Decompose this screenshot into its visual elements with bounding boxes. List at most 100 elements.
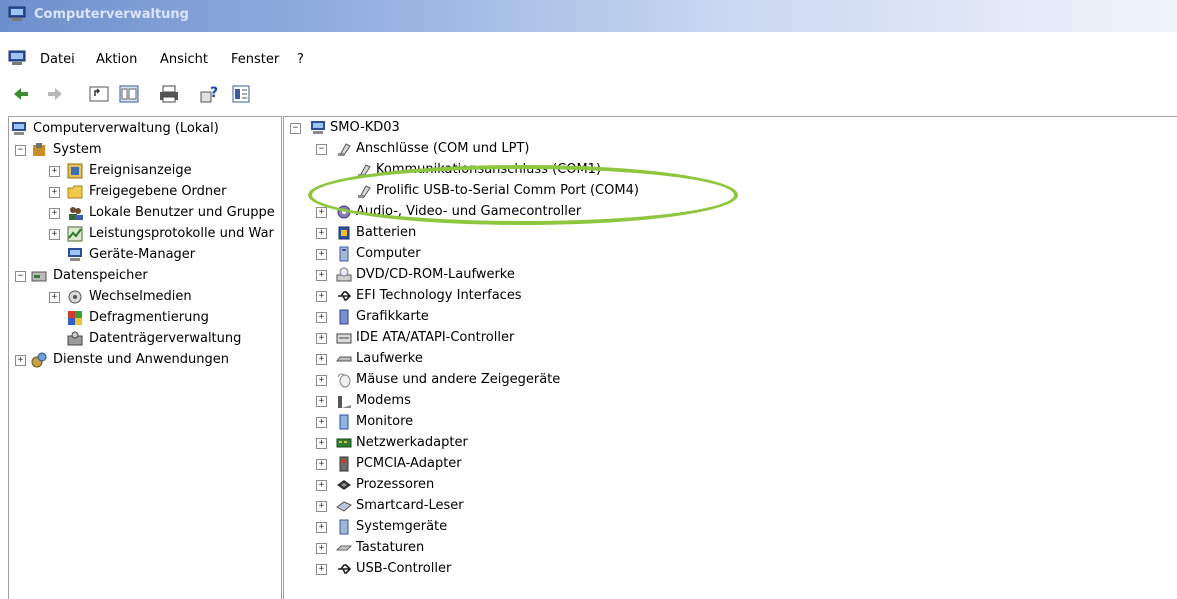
- window-title: Computerverwaltung: [34, 7, 189, 22]
- tree-label: Audio-, Video- und Gamecontroller: [356, 204, 582, 219]
- port-icon: [338, 143, 351, 156]
- window-menu-icon[interactable]: [8, 50, 26, 66]
- computer-icon: [12, 122, 26, 135]
- collapse-icon[interactable]: −: [15, 271, 26, 282]
- expand-icon[interactable]: +: [49, 229, 60, 240]
- usb-icon: [338, 564, 352, 574]
- tree-label: Ereignisanzeige: [89, 163, 192, 178]
- tree-label: Laufwerke: [356, 351, 423, 366]
- battery-icon: [338, 226, 350, 240]
- expand-icon[interactable]: +: [316, 291, 327, 302]
- tree-label: Prolific USB-to-Serial Comm Port (COM4): [376, 183, 639, 198]
- menu-bar: Datei Aktion Ansicht Fenster ?: [0, 47, 1177, 71]
- collapse-icon[interactable]: −: [290, 123, 301, 134]
- collapse-icon[interactable]: −: [316, 144, 327, 155]
- expand-icon[interactable]: +: [316, 438, 327, 449]
- expand-icon[interactable]: +: [15, 355, 26, 366]
- expand-icon[interactable]: +: [49, 187, 60, 198]
- defrag-icon: [68, 311, 82, 325]
- menu-fenster[interactable]: Fenster: [231, 52, 279, 67]
- properties-icon[interactable]: [230, 83, 252, 105]
- device-tree-pane[interactable]: − SMO-KD03 − Anschlüsse (COM und LPT) Ko…: [283, 116, 1177, 599]
- monitor-icon: [339, 414, 349, 430]
- expand-icon[interactable]: +: [316, 354, 327, 365]
- modem-icon: [338, 396, 351, 408]
- mouse-icon: [337, 373, 351, 388]
- storage-icon: [31, 271, 47, 282]
- show-hide-tree-icon[interactable]: [118, 83, 140, 105]
- expand-icon[interactable]: +: [316, 270, 327, 281]
- toolbar: ?: [0, 78, 1177, 108]
- expand-icon[interactable]: +: [316, 249, 327, 260]
- tree-label: Mäuse und andere Zeigegeräte: [356, 372, 561, 387]
- print-icon[interactable]: [158, 83, 180, 105]
- tree-label: Geräte-Manager: [89, 247, 196, 262]
- tree-label: EFI Technology Interfaces: [356, 288, 522, 303]
- computer-management-icon: [8, 6, 26, 21]
- keyboard-icon: [336, 545, 352, 551]
- tree-label: Tastaturen: [356, 540, 425, 555]
- removable-media-icon: [68, 290, 82, 304]
- tree-label: Leistungsprotokolle und War: [89, 226, 274, 241]
- expand-icon[interactable]: +: [316, 564, 327, 575]
- port-icon: [358, 185, 371, 198]
- expand-icon[interactable]: +: [316, 522, 327, 533]
- computer-icon: [311, 121, 325, 134]
- expand-icon[interactable]: +: [316, 480, 327, 491]
- tree-label: Defragmentierung: [89, 310, 209, 325]
- services-icon: [31, 352, 47, 368]
- event-viewer-icon: [67, 163, 83, 179]
- tree-label: IDE ATA/ATAPI-Controller: [356, 330, 515, 345]
- menu-datei[interactable]: Datei: [40, 52, 75, 67]
- tree-label: Computerverwaltung (Lokal): [33, 121, 219, 136]
- network-adapter-icon: [336, 438, 352, 448]
- shared-folders-icon: [67, 185, 83, 199]
- expand-icon[interactable]: +: [316, 207, 327, 218]
- expand-icon[interactable]: +: [49, 166, 60, 177]
- tree-label: Lokale Benutzer und Gruppe: [89, 205, 275, 220]
- computer-icon: [339, 246, 349, 262]
- tree-label: USB-Controller: [356, 561, 452, 576]
- up-folder-icon[interactable]: [88, 83, 110, 105]
- expand-icon[interactable]: +: [316, 501, 327, 512]
- tree-label: Freigegebene Ordner: [89, 184, 227, 199]
- expand-icon[interactable]: +: [316, 375, 327, 386]
- expand-icon[interactable]: +: [316, 459, 327, 470]
- collapse-icon[interactable]: −: [15, 145, 26, 156]
- help-icon[interactable]: ?: [198, 83, 220, 105]
- console-tree-pane[interactable]: Computerverwaltung (Lokal) − System + Er…: [8, 116, 282, 599]
- ide-controller-icon: [336, 333, 352, 344]
- device-manager-icon: [68, 248, 82, 261]
- expand-icon[interactable]: +: [316, 417, 327, 428]
- pcmcia-icon: [339, 456, 349, 472]
- tree-label: Computer: [356, 246, 421, 261]
- menu-help[interactable]: ?: [297, 52, 304, 67]
- tree-label: Grafikkarte: [356, 309, 429, 324]
- back-icon[interactable]: [10, 83, 32, 105]
- menu-aktion[interactable]: Aktion: [96, 52, 137, 67]
- expand-icon[interactable]: +: [316, 312, 327, 323]
- system-tools-icon: [33, 143, 45, 156]
- tree-label: Datenträgerverwaltung: [89, 331, 242, 346]
- forward-icon[interactable]: [44, 83, 66, 105]
- usb-icon: [338, 291, 352, 301]
- tree-label: Wechselmedien: [89, 289, 192, 304]
- tree-label: Anschlüsse (COM und LPT): [356, 141, 530, 156]
- expand-icon[interactable]: +: [49, 208, 60, 219]
- menu-ansicht[interactable]: Ansicht: [160, 52, 208, 67]
- expand-icon[interactable]: +: [49, 292, 60, 303]
- tree-label: Modems: [356, 393, 411, 408]
- expand-icon[interactable]: +: [316, 396, 327, 407]
- expand-icon[interactable]: +: [316, 333, 327, 344]
- expand-icon[interactable]: +: [316, 543, 327, 554]
- smartcard-icon: [336, 501, 352, 512]
- tree-label: Smartcard-Leser: [356, 498, 464, 513]
- expand-icon[interactable]: +: [316, 228, 327, 239]
- tree-label: Datenspeicher: [53, 268, 148, 283]
- audio-icon: [337, 205, 351, 219]
- tree-label: System: [53, 142, 102, 157]
- tree-label: PCMCIA-Adapter: [356, 456, 462, 471]
- tree-label: Batterien: [356, 225, 417, 240]
- performance-icon: [67, 226, 83, 242]
- tree-label: Kommunikationsanschluss (COM1): [376, 162, 602, 177]
